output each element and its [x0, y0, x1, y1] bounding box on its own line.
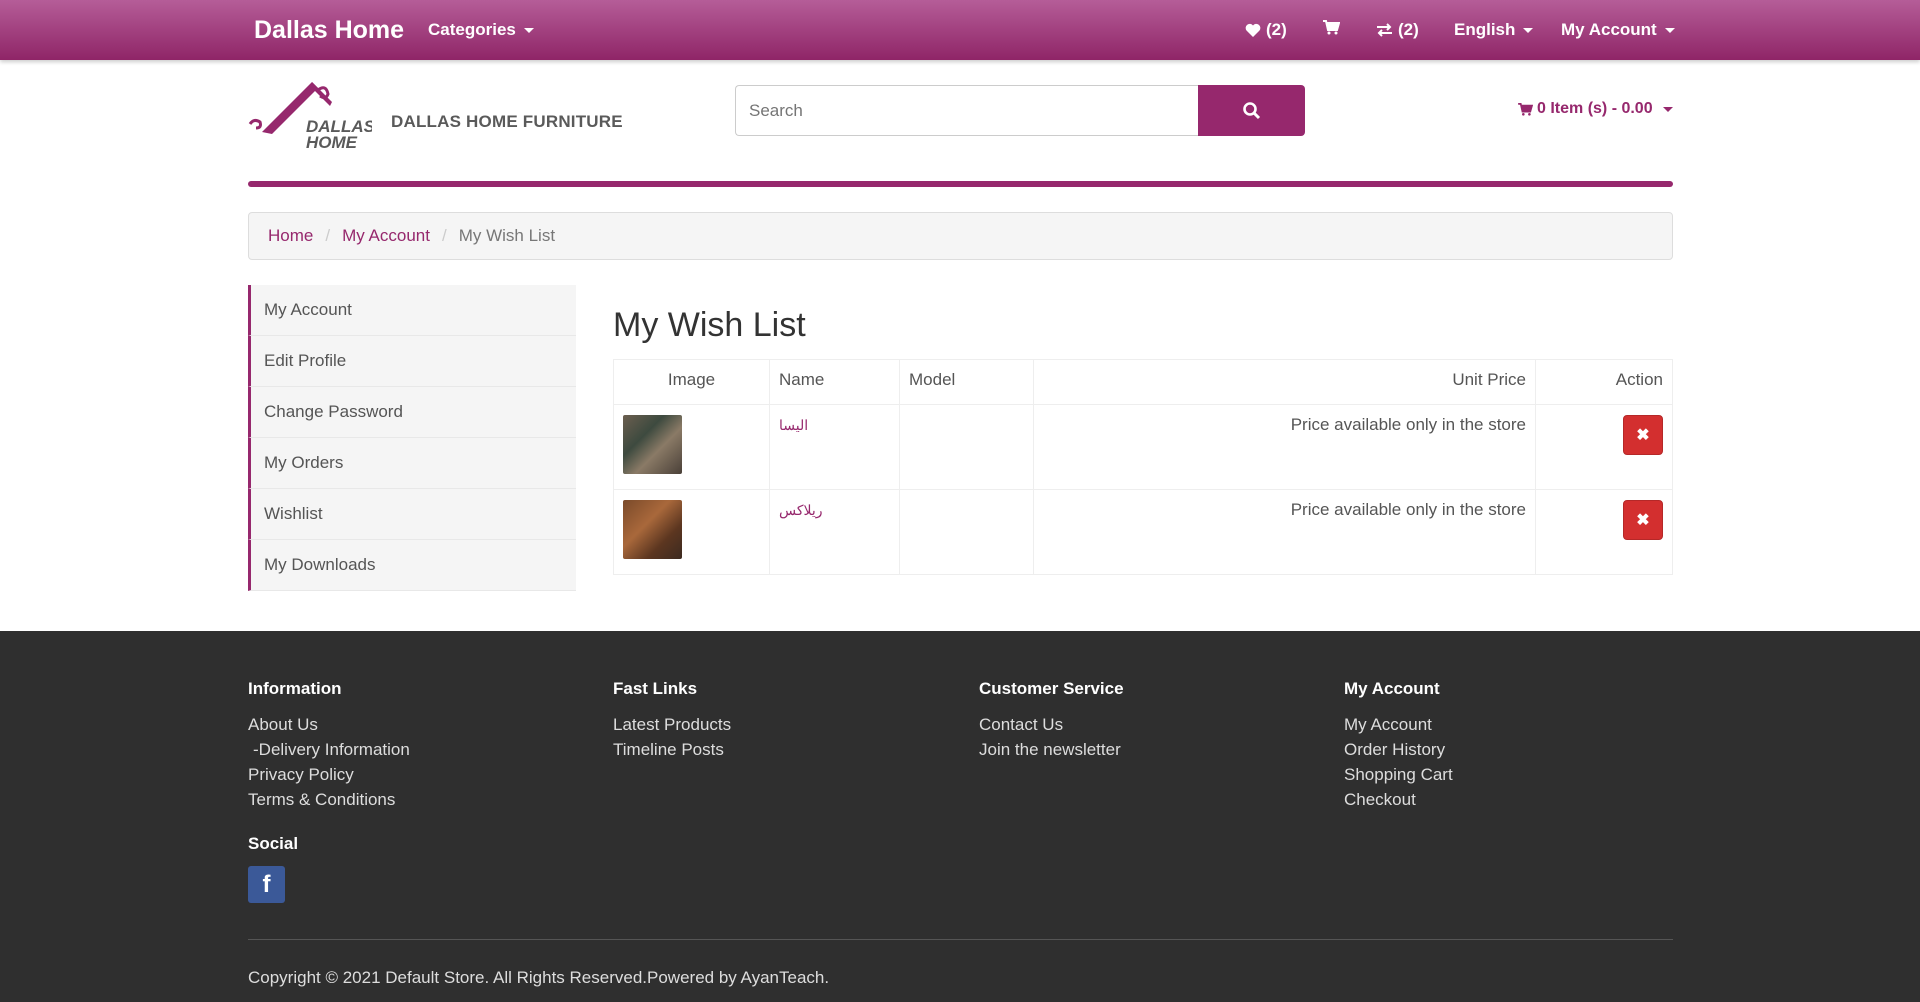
header-divider: [248, 181, 1673, 187]
close-icon: ✖: [1636, 427, 1650, 444]
categories-label: Categories: [428, 20, 516, 39]
cart-link[interactable]: [1323, 20, 1340, 35]
sidebar-item-label: Edit Profile: [264, 351, 347, 370]
breadcrumb-current: My Wish List: [458, 226, 556, 245]
column-header-model: Model: [899, 359, 1034, 405]
sidebar-item-my-account[interactable]: My Account: [248, 285, 576, 336]
facebook-icon[interactable]: f: [248, 866, 285, 903]
cart-summary-text: 0 Item (s) - 0.00: [1537, 100, 1653, 117]
product-price: Price available only in the store: [1033, 489, 1536, 575]
footer-link-contact-us[interactable]: Contact Us: [979, 712, 1124, 737]
sidebar-item-label: My Downloads: [264, 555, 376, 574]
breadcrumb-separator: /: [441, 226, 447, 245]
footer-link-timeline-posts[interactable]: Timeline Posts: [613, 737, 731, 762]
product-model: [899, 489, 1034, 575]
top-navbar: Dallas Home Categories (2) (2) English M…: [0, 0, 1920, 60]
sidebar-item-label: My Orders: [264, 453, 344, 472]
language-label: English: [1454, 20, 1516, 39]
column-header-action: Action: [1535, 359, 1673, 405]
footer-link-privacy-policy[interactable]: Privacy Policy: [248, 762, 410, 787]
breadcrumb-account[interactable]: My Account: [342, 226, 430, 246]
copyright-text: Copyright © 2021 Default Store. All Righ…: [248, 968, 830, 987]
column-header-name: Name: [769, 359, 900, 405]
footer-heading: Information: [248, 679, 342, 698]
sidebar-item-my-orders[interactable]: My Orders: [248, 438, 576, 489]
chevron-down-icon: [1664, 27, 1675, 33]
footer-link-order-history[interactable]: Order History: [1344, 737, 1453, 762]
sidebar-item-label: My Account: [264, 300, 352, 319]
compare-link[interactable]: (2): [1376, 20, 1419, 40]
footer-link-terms[interactable]: Terms & Conditions: [248, 787, 410, 812]
wishlist-count: (2): [1266, 20, 1287, 39]
compare-count: (2): [1398, 20, 1419, 39]
shopping-cart-icon: [1323, 20, 1340, 35]
product-thumbnail[interactable]: [623, 415, 682, 474]
product-price: Price available only in the store: [1033, 404, 1536, 490]
footer-link-checkout[interactable]: Checkout: [1344, 787, 1453, 812]
chevron-down-icon: [523, 27, 534, 33]
wishlist-link[interactable]: (2): [1245, 20, 1287, 40]
remove-button[interactable]: ✖: [1623, 500, 1663, 540]
sidebar-item-label: Wishlist: [264, 504, 323, 523]
social-heading: Social: [248, 834, 299, 853]
account-dropdown[interactable]: My Account: [1561, 20, 1675, 40]
footer-divider: [248, 939, 1673, 940]
footer-information: Information About Us -Delivery Informati…: [248, 679, 410, 812]
sidebar-item-edit-profile[interactable]: Edit Profile: [248, 336, 576, 387]
footer-link-shopping-cart[interactable]: Shopping Cart: [1344, 762, 1453, 787]
product-name-link[interactable]: ريلاكس: [779, 502, 823, 518]
sidebar-item-label: Change Password: [264, 402, 403, 421]
product-thumbnail[interactable]: [623, 500, 682, 559]
search-button[interactable]: [1198, 85, 1305, 136]
search-input[interactable]: [735, 85, 1199, 136]
column-header-unit-price: Unit Price: [1033, 359, 1536, 405]
footer-customer-service: Customer Service Contact Us Join the new…: [979, 679, 1124, 762]
footer-link-delivery-information[interactable]: -Delivery Information: [248, 737, 410, 762]
sidebar-item-change-password[interactable]: Change Password: [248, 387, 576, 438]
table-row: اليسا Price available only in the store …: [613, 404, 1673, 490]
cart-summary-dropdown[interactable]: 0 Item (s) - 0.00: [1518, 100, 1673, 118]
brand-link[interactable]: Dallas Home: [254, 16, 404, 45]
footer-link-my-account[interactable]: My Account: [1344, 712, 1453, 737]
sidebar-item-wishlist[interactable]: Wishlist: [248, 489, 576, 540]
heart-icon: [1245, 23, 1261, 37]
store-name: DALLAS HOME FURNITURE: [391, 112, 623, 131]
footer-my-account: My Account My Account Order History Shop…: [1344, 679, 1453, 812]
shopping-cart-icon: [1518, 102, 1533, 116]
wishlist-table: Image Name Model Unit Price Action اليسا…: [613, 359, 1673, 575]
search-icon: [1243, 102, 1261, 120]
footer-link-latest-products[interactable]: Latest Products: [613, 712, 731, 737]
close-icon: ✖: [1636, 512, 1650, 529]
remove-button[interactable]: ✖: [1623, 415, 1663, 455]
sidebar-item-my-downloads[interactable]: My Downloads: [248, 540, 576, 591]
table-header-row: Image Name Model Unit Price Action: [613, 359, 1673, 405]
exchange-icon: [1377, 23, 1392, 37]
breadcrumb-separator: /: [325, 226, 331, 245]
footer-link-about-us[interactable]: About Us: [248, 712, 410, 737]
account-label: My Account: [1561, 20, 1657, 39]
account-sidebar: My Account Edit Profile Change Password …: [248, 285, 576, 591]
footer-heading: Customer Service: [979, 679, 1124, 698]
footer-heading: Fast Links: [613, 679, 698, 698]
column-header-image: Image: [613, 359, 770, 405]
logo-text-home: HOME: [306, 133, 358, 152]
table-row: ريلاكس Price available only in the store…: [613, 489, 1673, 575]
store-logo[interactable]: DALLAS HOME: [248, 76, 372, 156]
categories-dropdown[interactable]: Categories: [428, 20, 534, 40]
language-dropdown[interactable]: English: [1454, 20, 1534, 40]
page-title: My Wish List: [613, 306, 806, 344]
product-name-link[interactable]: اليسا: [779, 417, 808, 433]
footer-link-newsletter[interactable]: Join the newsletter: [979, 737, 1124, 762]
breadcrumb: Home / My Account / My Wish List: [248, 212, 1673, 260]
footer-fast-links: Fast Links Latest Products Timeline Post…: [613, 679, 731, 762]
breadcrumb-home[interactable]: Home: [268, 226, 313, 246]
footer-heading: My Account: [1344, 679, 1440, 698]
product-model: [899, 404, 1034, 490]
chevron-down-icon: [1523, 27, 1534, 33]
chevron-down-icon: [1662, 106, 1673, 112]
